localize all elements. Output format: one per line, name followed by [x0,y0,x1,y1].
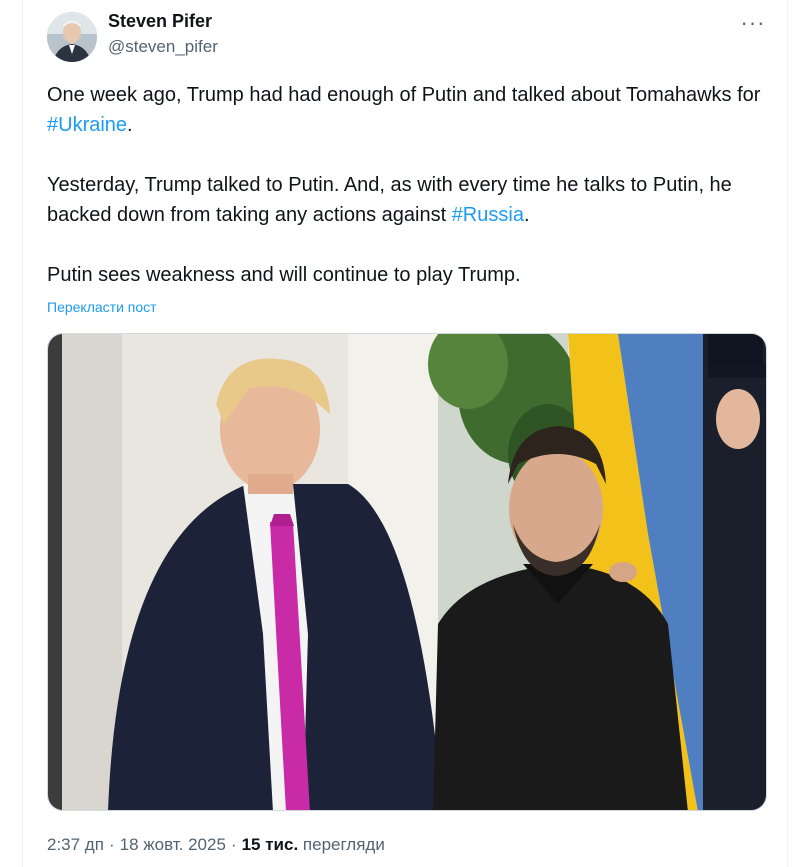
author-handle[interactable]: @steven_pifer [108,37,218,57]
separator-dot: · [230,835,237,854]
hashtag-russia-link[interactable]: #Russia [452,204,524,226]
separator-dot: · [108,835,115,854]
author-avatar[interactable] [47,12,97,62]
tweet-text: One week ago, Trump had had enough of Pu… [47,80,767,290]
left-border [22,0,23,867]
right-border [787,0,788,867]
more-horizontal-icon: ··· [740,10,766,35]
tweet-card: Steven Pifer @steven_pifer ··· One week … [0,0,810,867]
tweet-paragraph-2: Yesterday, Trump talked to Putin. And, a… [47,170,767,230]
avatar-image [47,12,97,62]
views-label: перегляди [302,835,385,854]
tweet-text-segment: . [523,204,530,226]
tweet-photo[interactable] [47,333,767,811]
more-options-button[interactable]: ··· [736,8,770,38]
photo-image [48,334,766,810]
tweet-paragraph-1: One week ago, Trump had had enough of Pu… [47,80,767,140]
tweet-text-segment: Yesterday, Trump talked to Putin. And, a… [47,174,732,226]
tweet-paragraph-3: Putin sees weakness and will continue to… [47,264,521,286]
tweet-text-segment: . [127,114,133,136]
views-count: 15 тис. [241,835,299,854]
tweet-metadata: 2:37 дп · 18 жовт. 2025 · 15 тис. перегляди [47,835,385,855]
hashtag-ukraine-link[interactable]: #Ukraine [47,114,127,136]
tweet-time[interactable]: 2:37 дп [47,835,104,854]
author-name[interactable]: Steven Pifer [108,11,212,32]
translate-post-link[interactable]: Перекласти пост [47,299,157,315]
tweet-text-segment: One week ago, Trump had had enough of Pu… [47,84,761,106]
tweet-date[interactable]: 18 жовт. 2025 [120,835,226,854]
